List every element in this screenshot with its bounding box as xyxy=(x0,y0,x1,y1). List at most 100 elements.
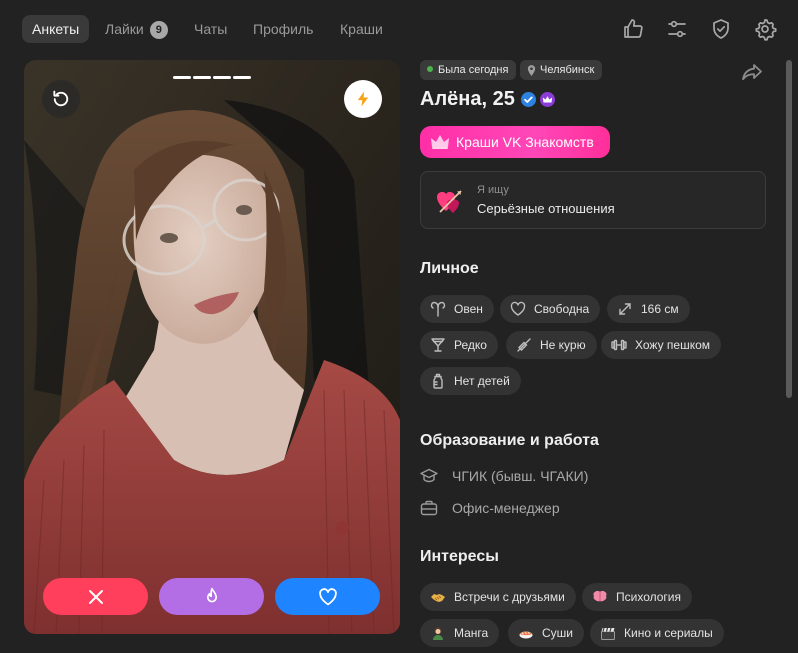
location-chip: Челябинск xyxy=(520,60,603,80)
tag-label: Хожу пешком xyxy=(635,338,711,352)
wine-glass-icon xyxy=(430,337,446,353)
interest-label: Психология xyxy=(616,590,681,604)
interest-tag: Психология xyxy=(582,583,692,611)
manga-icon xyxy=(433,627,443,640)
flame-icon xyxy=(206,587,217,602)
verified-badge xyxy=(521,92,536,107)
tab-chats[interactable]: Чаты xyxy=(194,15,227,43)
tag-smoking: Не курю xyxy=(506,331,597,359)
crown-icon xyxy=(431,135,449,149)
interest-label: Кино и сериалы xyxy=(624,626,713,640)
location-text: Челябинск xyxy=(540,64,595,76)
section-interests-title: Интересы xyxy=(420,548,499,565)
filters-icon[interactable] xyxy=(665,17,689,41)
briefcase-icon xyxy=(420,499,438,517)
dislike-button[interactable] xyxy=(43,578,148,615)
crush-button[interactable]: Краши VK Знакомств xyxy=(420,126,610,158)
seeking-card: Я ищу Серьёзные отношения xyxy=(420,171,766,229)
baby-bottle-icon xyxy=(430,373,446,389)
tag-alcohol: Редко xyxy=(420,331,498,359)
premium-badge xyxy=(540,92,555,107)
heart-outline-icon xyxy=(510,301,526,317)
tag-label: 166 см xyxy=(641,302,679,316)
tab-profile[interactable]: Профиль xyxy=(253,15,313,43)
tab-profiles[interactable]: Анкеты xyxy=(22,15,90,43)
photo-indicator[interactable] xyxy=(193,76,211,79)
super-like-button[interactable] xyxy=(159,578,264,615)
section-personal-title: Личное xyxy=(420,260,479,277)
photo-indicators xyxy=(173,76,251,79)
tag-label: Овен xyxy=(454,302,483,316)
tab-label: Профиль xyxy=(253,21,314,37)
photo-indicator[interactable] xyxy=(173,76,191,79)
interest-tag: Суши xyxy=(508,619,584,647)
crush-label: Краши VK Знакомств xyxy=(456,134,594,150)
photo-image xyxy=(24,60,400,634)
tab-label: Лайки xyxy=(105,21,144,37)
like-button[interactable] xyxy=(275,578,380,615)
boost-button[interactable] xyxy=(344,80,382,118)
interest-tag: Встречи с друзьями xyxy=(420,583,576,611)
job-label: Офис-менеджер xyxy=(452,500,560,516)
section-education-title: Образование и работа xyxy=(420,432,599,449)
interest-tag: Манга xyxy=(420,619,500,647)
top-navigation: Анкеты Лайки 9 Чаты Профиль Краши xyxy=(0,0,798,58)
interest-label: Суши xyxy=(542,626,573,640)
shield-check-icon[interactable] xyxy=(709,17,733,41)
clapperboard-icon xyxy=(601,627,615,640)
tag-label: Свободна xyxy=(534,302,590,316)
tag-zodiac: Овен xyxy=(420,295,494,323)
lightning-icon xyxy=(357,91,369,107)
education-item: ЧГИК (бывш. ЧГАКИ) xyxy=(420,465,588,487)
close-icon xyxy=(88,589,103,604)
profile-photo[interactable] xyxy=(24,60,400,634)
online-dot xyxy=(427,66,433,72)
graduation-cap-icon xyxy=(420,467,438,485)
interest-label: Встречи с друзьями xyxy=(454,590,565,604)
gear-icon[interactable] xyxy=(753,17,777,41)
share-icon xyxy=(742,64,762,81)
profile-info-panel: Была сегодня Челябинск Алёна, 25 Краши V… xyxy=(420,60,780,653)
tag-label: Не курю xyxy=(540,338,586,352)
thumbs-up-icon[interactable] xyxy=(621,17,645,41)
profile-name: Алёна, 25 xyxy=(420,88,515,110)
sushi-icon xyxy=(519,631,533,639)
tag-label: Нет детей xyxy=(454,374,510,388)
online-status-chip: Была сегодня xyxy=(420,60,517,80)
handshake-icon xyxy=(431,594,445,602)
tab-label: Краши xyxy=(340,21,383,37)
brain-icon xyxy=(593,590,607,602)
interest-label: Манга xyxy=(454,626,489,640)
tab-crushes[interactable]: Краши xyxy=(340,15,383,43)
tag-activity: Хожу пешком xyxy=(601,331,722,359)
rewind-icon xyxy=(53,90,69,107)
interest-tag: Кино и сериалы xyxy=(590,619,724,647)
checkmark-icon xyxy=(524,96,533,103)
share-button[interactable] xyxy=(740,60,764,84)
photo-indicator[interactable] xyxy=(213,76,231,79)
heart-arrow-icon xyxy=(437,190,462,213)
likes-count-badge: 9 xyxy=(149,21,168,39)
tab-label: Анкеты xyxy=(32,21,80,37)
crown-icon xyxy=(542,96,553,103)
tab-likes[interactable]: Лайки 9 xyxy=(105,15,168,43)
photo-indicator[interactable] xyxy=(233,76,251,79)
dumbbell-icon xyxy=(611,337,627,353)
aries-icon xyxy=(430,301,446,317)
status-text: Была сегодня xyxy=(438,64,509,76)
education-label: ЧГИК (бывш. ЧГАКИ) xyxy=(452,468,589,484)
tag-height: 166 см xyxy=(607,295,690,323)
job-item: Офис-менеджер xyxy=(420,497,560,519)
location-pin-icon xyxy=(527,65,536,76)
tag-label: Редко xyxy=(454,338,487,352)
seeking-value: Серьёзные отношения xyxy=(477,201,615,216)
height-icon xyxy=(617,301,633,317)
tab-label: Чаты xyxy=(194,21,228,37)
rewind-button[interactable] xyxy=(42,80,80,118)
heart-icon xyxy=(318,587,337,605)
no-smoking-icon xyxy=(516,337,532,353)
tag-relationship: Свободна xyxy=(500,295,601,323)
seeking-label: Я ищу xyxy=(477,184,509,196)
tag-children: Нет детей xyxy=(420,367,521,395)
scrollbar[interactable] xyxy=(786,60,792,398)
